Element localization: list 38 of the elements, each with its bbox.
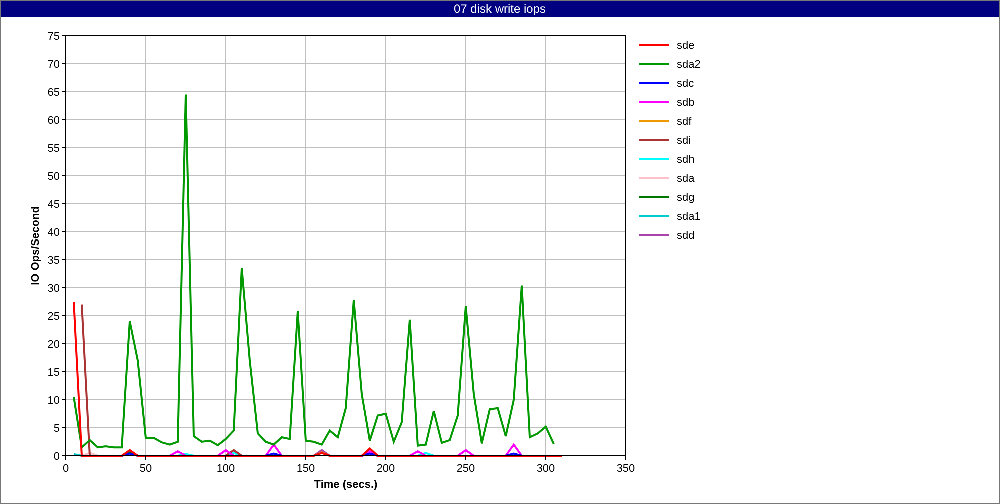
x-tick-label: 250	[456, 463, 476, 475]
chart-title: 07 disk write iops	[1, 1, 999, 17]
y-tick-label: 65	[48, 87, 60, 99]
x-tick-label: 300	[536, 463, 556, 475]
legend-label: sdd	[677, 230, 695, 242]
x-tick-label: 150	[296, 463, 316, 475]
y-tick-label: 35	[48, 255, 60, 267]
y-tick-label: 45	[48, 199, 60, 211]
x-tick-label: 0	[62, 463, 70, 475]
y-tick-label: 20	[48, 339, 60, 351]
y-tick-label: 50	[48, 171, 60, 183]
x-axis-label: Time (secs.)	[314, 479, 378, 491]
y-axis-label: IO Ops/Second	[30, 206, 42, 286]
x-tick-label: 350	[616, 463, 636, 475]
legend-label: sda2	[677, 59, 701, 71]
y-tick-label: 30	[48, 283, 60, 295]
legend-label: sdi	[677, 135, 692, 147]
legend-label: sdf	[677, 116, 692, 128]
y-tick-label: 70	[48, 59, 60, 71]
y-tick-label: 0	[54, 451, 60, 463]
x-tick-label: 50	[140, 463, 152, 475]
y-tick-label: 40	[48, 227, 60, 239]
y-tick-label: 10	[48, 395, 60, 407]
y-tick-label: 75	[48, 31, 60, 43]
legend-label: sdc	[677, 78, 694, 90]
x-tick-label: 200	[376, 463, 396, 475]
legend-label: sdg	[677, 192, 695, 204]
legend-label: sda	[677, 173, 695, 185]
y-tick-label: 55	[48, 143, 60, 155]
legend-label: sda1	[677, 211, 701, 223]
y-tick-label: 25	[48, 311, 60, 323]
legend-label: sdb	[677, 97, 695, 109]
y-tick-label: 15	[48, 367, 60, 379]
y-tick-label: 60	[48, 115, 60, 127]
legend-label: sdh	[677, 154, 695, 166]
y-tick-label: 5	[54, 423, 60, 435]
x-tick-label: 100	[216, 463, 236, 475]
legend-label: sde	[677, 40, 695, 52]
